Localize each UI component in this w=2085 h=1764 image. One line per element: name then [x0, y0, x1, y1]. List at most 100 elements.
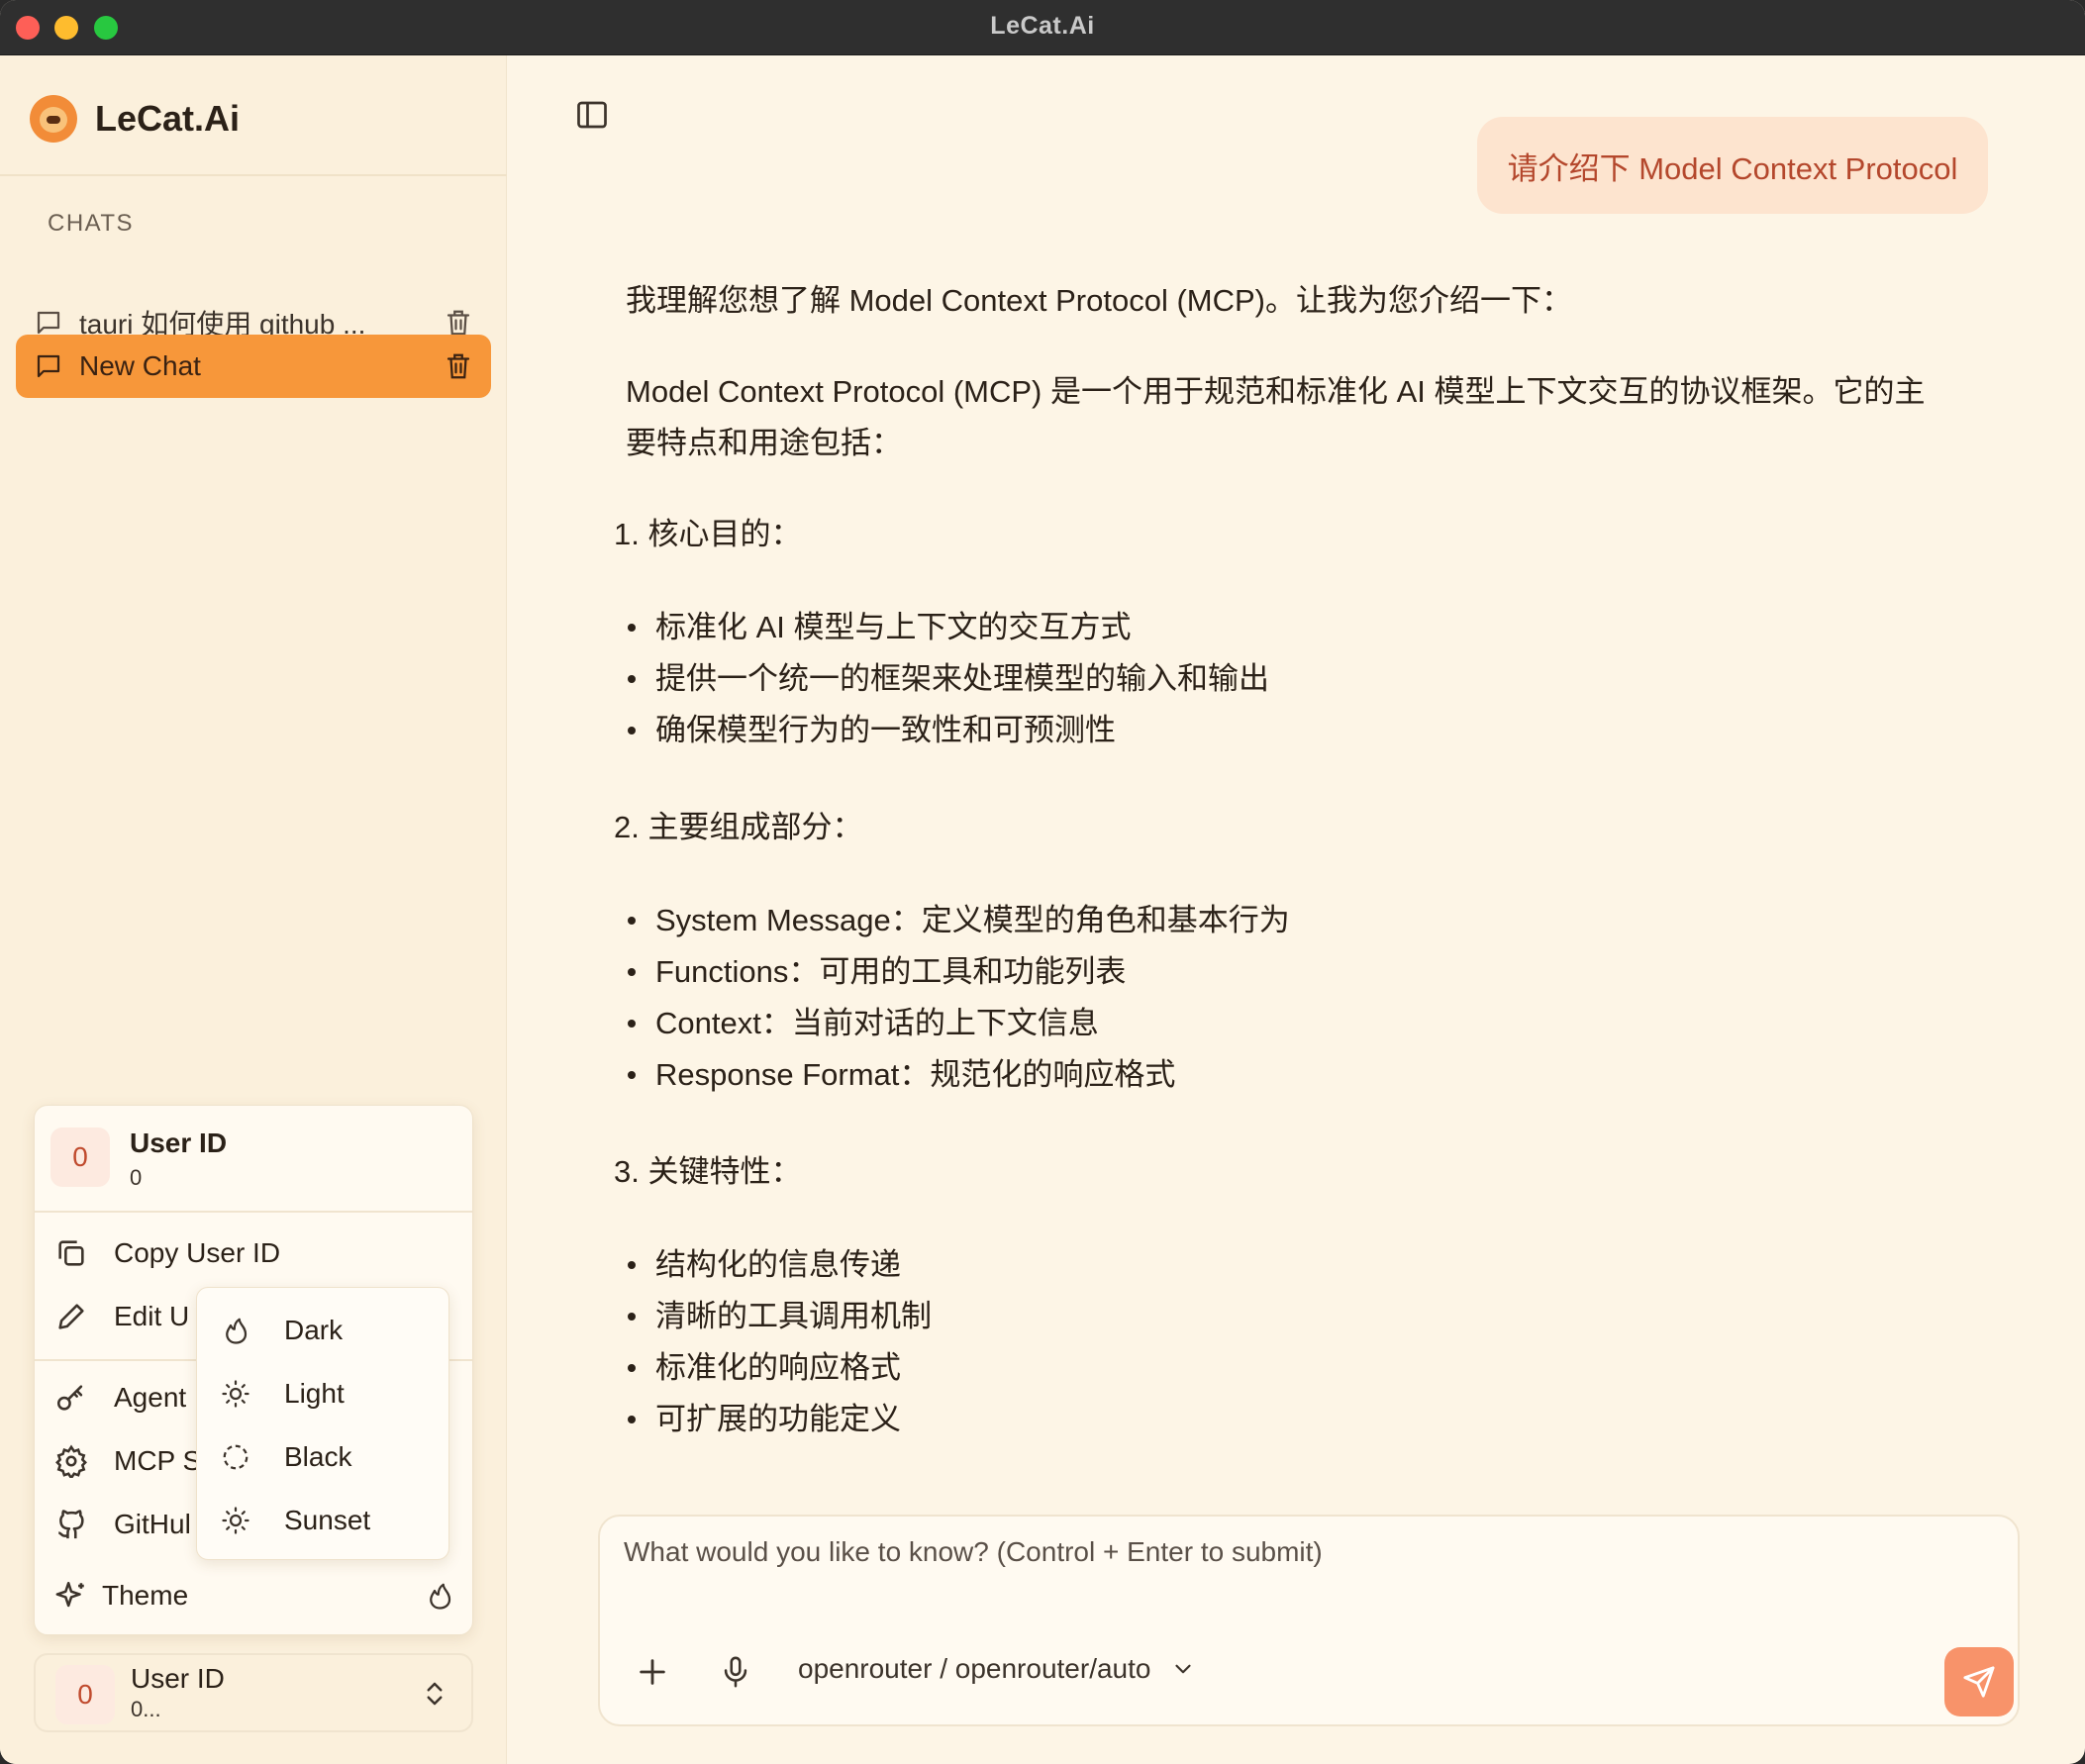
list-item-text: Context：当前对话的上下文信息 — [655, 1006, 1099, 1040]
brand-name: LeCat.Ai — [95, 98, 241, 139]
brand: LeCat.Ai — [30, 91, 240, 147]
list-item-text: 标准化的响应格式 — [655, 1350, 901, 1385]
list-item-text: Functions：可用的工具和功能列表 — [655, 954, 1127, 989]
menu-item-label: Edit U — [114, 1301, 190, 1331]
list-item: 可扩展的功能定义 — [626, 1394, 901, 1445]
list-item-text: 确保模型行为的一致性和可预测性 — [655, 713, 1116, 747]
sparkles-icon — [55, 1581, 84, 1608]
user-id-value: 0... — [131, 1697, 161, 1721]
copy-user-id-menu-item[interactable]: Copy User ID — [54, 1228, 280, 1278]
chat-main: 请介绍下 Model Context Protocol 我理解您想了解 Mode… — [507, 55, 2085, 1764]
chevron-up-down-icon — [427, 1682, 443, 1706]
gear-icon — [55, 1444, 87, 1478]
trash-icon[interactable] — [444, 351, 473, 381]
bullet — [628, 1071, 636, 1079]
list-item: 确保模型行为的一致性和可预测性 — [626, 705, 1116, 756]
edit-user-id-menu-item[interactable]: Edit U — [54, 1292, 189, 1341]
user-name: User ID — [131, 1663, 225, 1694]
mcp-settings-menu-item[interactable]: MCP S — [54, 1436, 201, 1486]
app-window: LeCat.Ai LeCat.Ai CHATS tauri 如何使用 githu… — [0, 0, 2085, 1764]
list-item: 提供一个统一的框架来处理模型的输入和输出 — [626, 653, 1269, 705]
section-heading: 3. 关键特性： — [614, 1154, 802, 1189]
pencil-icon — [58, 1304, 84, 1329]
section-heading: 2. 主要组成部分： — [614, 810, 863, 844]
user-account-button[interactable]: 0 User ID 0... — [34, 1653, 473, 1732]
list-item: 标准化 AI 模型与上下文的交互方式 — [626, 602, 1132, 653]
send-button[interactable] — [1944, 1647, 2014, 1716]
list-item: 清晰的工具调用机制 — [626, 1291, 932, 1342]
sun-icon — [222, 1507, 249, 1534]
divider — [0, 174, 507, 176]
theme-option-dark[interactable]: Dark — [221, 1306, 343, 1355]
trash-icon[interactable] — [444, 308, 473, 338]
bullet — [628, 1261, 636, 1269]
bullet — [628, 624, 636, 632]
cat-logo-icon — [30, 95, 77, 143]
list-item-text: Response Format：规范化的响应格式 — [655, 1057, 1176, 1092]
chevron-down-icon — [1175, 1664, 1192, 1674]
dashed-circle-icon — [223, 1444, 248, 1470]
list-item: 标准化的响应格式 — [626, 1342, 901, 1394]
chat-bubble-icon — [37, 354, 60, 378]
list-item: System Message：定义模型的角色和基本行为 — [626, 895, 1290, 946]
theme-option-sunset[interactable]: Sunset — [221, 1496, 370, 1545]
list-item-text: 清晰的工具调用机制 — [655, 1299, 932, 1333]
title-bar: LeCat.Ai — [0, 0, 2085, 55]
bullet — [628, 1364, 636, 1372]
avatar: 0 — [55, 1665, 115, 1724]
bullet — [628, 675, 636, 683]
sidebar-toggle-icon[interactable] — [574, 97, 610, 133]
send-icon — [1963, 1666, 1995, 1698]
sun-icon — [222, 1380, 249, 1408]
message-input[interactable]: What would you like to know? (Control + … — [624, 1536, 1323, 1568]
user-id-value: 0 — [130, 1165, 143, 1190]
bullet — [628, 1313, 636, 1321]
theme-option-label: Dark — [284, 1315, 344, 1345]
answer-intro: 我理解您想了解 Model Context Protocol (MCP)。让我为… — [626, 283, 1572, 318]
theme-menu-item[interactable]: Theme — [54, 1571, 454, 1620]
menu-item-label: Agent — [114, 1382, 187, 1413]
list-item-text: 可扩展的功能定义 — [655, 1402, 901, 1436]
menu-item-label: GitHul — [114, 1509, 191, 1539]
menu-item-label: MCP S — [114, 1445, 202, 1476]
microphone-icon[interactable] — [719, 1653, 752, 1691]
model-selector[interactable]: openrouter / openrouter/auto — [798, 1653, 1196, 1685]
flame-icon — [226, 1318, 248, 1344]
avatar: 0 — [50, 1127, 110, 1187]
chats-section-label: CHATS — [48, 210, 135, 237]
bullet — [628, 917, 636, 925]
plus-icon[interactable] — [636, 1655, 669, 1689]
menu-item-label: Copy User ID — [114, 1237, 281, 1268]
theme-submenu: Dark Light Black Sunset — [196, 1287, 449, 1560]
bullet — [628, 968, 636, 976]
bullet — [628, 1020, 636, 1028]
agent-menu-item[interactable]: Agent — [54, 1373, 186, 1422]
theme-option-light[interactable]: Light — [221, 1369, 345, 1419]
github-menu-item[interactable]: GitHul — [54, 1500, 191, 1549]
model-selector-label: openrouter / openrouter/auto — [798, 1653, 1151, 1684]
theme-option-label: Black — [284, 1441, 352, 1472]
key-icon — [56, 1385, 83, 1411]
github-icon — [58, 1510, 84, 1539]
chat-item-active[interactable]: New Chat — [16, 335, 491, 398]
theme-option-label: Sunset — [284, 1505, 371, 1535]
list-item-text: 结构化的信息传递 — [655, 1247, 901, 1282]
user-message-bubble: 请介绍下 Model Context Protocol — [1477, 117, 1988, 214]
chat-item-label: New Chat — [79, 350, 201, 381]
list-item: 结构化的信息传递 — [626, 1239, 901, 1291]
menu-item-label: Theme — [102, 1580, 189, 1611]
chat-bubble-icon — [37, 311, 60, 335]
theme-option-label: Light — [284, 1378, 345, 1409]
list-item: Response Format：规范化的响应格式 — [626, 1049, 1175, 1101]
list-item: Context：当前对话的上下文信息 — [626, 998, 1099, 1049]
answer-paragraph-line: 要特点和用途包括： — [626, 426, 902, 460]
list-item: Functions：可用的工具和功能列表 — [626, 946, 1126, 998]
bullet — [628, 1416, 636, 1423]
list-item-text: System Message：定义模型的角色和基本行为 — [655, 903, 1290, 937]
user-menu-header: 0 User ID 0 — [35, 1106, 472, 1213]
theme-option-black[interactable]: Black — [221, 1432, 351, 1482]
window-title: LeCat.Ai — [990, 12, 1095, 40]
list-item-text: 标准化 AI 模型与上下文的交互方式 — [655, 610, 1132, 644]
composer: What would you like to know? (Control + … — [598, 1515, 2020, 1726]
bullet — [628, 727, 636, 735]
